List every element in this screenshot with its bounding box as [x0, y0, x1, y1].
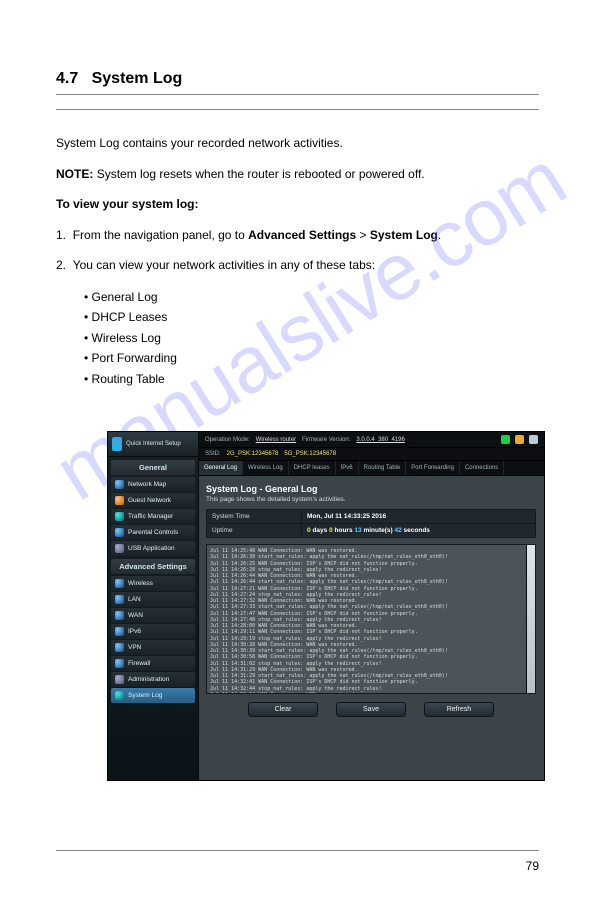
opmode-key: Operation Mode: — [205, 437, 250, 443]
sidebar-item-administration[interactable]: Administration — [111, 672, 195, 687]
sidebar-item-label: VPN — [128, 644, 141, 651]
sidebar: Quick Internet Setup General Network Map… — [108, 432, 199, 780]
sidebar-item-label: Parental Controls — [128, 529, 178, 536]
uptime-value: 0 days 0 hours 13 minute(s) 42 seconds — [302, 524, 535, 537]
bullet-list: • General Log• DHCP Leases• Wireless Log… — [56, 287, 516, 389]
step-2: 2. You can view your network activities … — [56, 256, 516, 275]
sidebar-item-system-log[interactable]: System Log — [111, 688, 195, 703]
note-text: System log resets when the router is reb… — [97, 167, 425, 181]
tab-bar: General LogWireless LogDHCP leasesIPv6Ro… — [199, 461, 544, 476]
sidebar-item-label: System Log — [128, 692, 162, 699]
tab-port-forwarding[interactable]: Port Forwarding — [406, 461, 460, 475]
refresh-button[interactable]: Refresh — [424, 702, 494, 717]
footer-divider — [56, 850, 539, 851]
sidebar-item-ipv6[interactable]: IPv6 — [111, 624, 195, 639]
fw-value[interactable]: 3.0.0.4_380_4196 — [356, 437, 404, 443]
log-line: Jul 11 14:32:54 WAN Connection: WAN was … — [210, 692, 525, 694]
qis-label: Quick Internet Setup — [126, 441, 181, 448]
ssid-bar: SSID: 2G_PSK:12345678 5G_PSK:12345678 — [199, 448, 544, 461]
tab-general-log[interactable]: General Log — [199, 461, 243, 475]
topbar: Operation Mode: Wireless router Firmware… — [199, 432, 544, 448]
sidebar-item-label: WAN — [128, 612, 143, 619]
quick-internet-setup[interactable]: Quick Internet Setup — [108, 432, 198, 457]
sidebar-item-label: Firewall — [128, 660, 150, 667]
panel-subtitle: This page shows the detailed system's ac… — [206, 496, 536, 503]
wireless-icon — [115, 579, 124, 588]
opmode-value[interactable]: Wireless router — [256, 437, 296, 443]
usb-application-icon — [115, 544, 124, 553]
page-number: 79 — [526, 859, 539, 873]
uptime-key: Uptime — [207, 524, 302, 537]
sidebar-item-vpn[interactable]: VPN — [111, 640, 195, 655]
sidebar-item-label: Wireless — [128, 580, 153, 587]
panel-title: System Log - General Log — [206, 484, 536, 494]
parental-controls-icon — [115, 528, 124, 537]
firewall-icon — [115, 659, 124, 668]
sidebar-item-parental-controls[interactable]: Parental Controls — [111, 525, 195, 540]
router-ui: Quick Internet Setup General Network Map… — [108, 432, 544, 780]
sidebar-item-firewall[interactable]: Firewall — [111, 656, 195, 671]
tab-routing-table[interactable]: Routing Table — [359, 461, 407, 475]
bullet-item: • Routing Table — [84, 369, 516, 389]
bullet-item: • Wireless Log — [84, 328, 516, 348]
guest-network-icon — [115, 496, 124, 505]
sidebar-group-advanced: Advanced Settings — [111, 559, 195, 574]
sidebar-item-traffic-manager[interactable]: Traffic Manager — [111, 509, 195, 524]
systime-key: System Time — [207, 510, 302, 523]
bullet-item: • Port Forwarding — [84, 348, 516, 368]
steps-title: To view your system log: — [56, 197, 198, 211]
traffic-manager-icon — [115, 512, 124, 521]
administration-icon — [115, 675, 124, 684]
sidebar-item-label: LAN — [128, 596, 141, 603]
sidebar-item-label: Administration — [128, 676, 169, 683]
section-description: System Log contains your recorded networ… — [56, 134, 516, 153]
ipv6-icon — [115, 627, 124, 636]
system-log-icon — [115, 691, 124, 700]
led-icon[interactable] — [501, 435, 510, 444]
sidebar-item-wireless[interactable]: Wireless — [111, 576, 195, 591]
fw-key: Firmware Version: — [302, 437, 350, 443]
clear-button[interactable]: Clear — [248, 702, 318, 717]
info-table: System Time Mon, Jul 11 14:33:25 2016 Up… — [206, 509, 536, 538]
note-label: NOTE: — [56, 167, 93, 181]
log-textarea[interactable]: Jul 11 14:25:48 WAN Connection: WAN was … — [206, 544, 536, 694]
usb-icon[interactable] — [529, 435, 538, 444]
sidebar-item-label: Traffic Manager — [128, 513, 173, 520]
sidebar-item-wan[interactable]: WAN — [111, 608, 195, 623]
sidebar-item-lan[interactable]: LAN — [111, 592, 195, 607]
sidebar-item-label: Guest Network — [128, 497, 171, 504]
lan-icon — [115, 595, 124, 604]
bullet-item: • General Log — [84, 287, 516, 307]
tab-ipv6[interactable]: IPv6 — [336, 461, 359, 475]
sidebar-item-network-map[interactable]: Network Map — [111, 477, 195, 492]
magic-wand-icon — [112, 437, 122, 451]
sidebar-item-label: IPv6 — [128, 628, 141, 635]
divider — [56, 94, 539, 95]
ssid-24: 2G_PSK:12345678 — [227, 451, 279, 457]
tab-dhcp-leases[interactable]: DHCP leases — [289, 461, 336, 475]
sidebar-item-guest-network[interactable]: Guest Network — [111, 493, 195, 508]
sidebar-item-label: Network Map — [128, 481, 166, 488]
tab-connections[interactable]: Connections — [460, 461, 504, 475]
note: NOTE: System log resets when the router … — [56, 165, 516, 184]
ssid-key: SSID: — [205, 451, 221, 457]
vpn-icon — [115, 643, 124, 652]
section-number: 4.7 — [56, 70, 78, 87]
step-1: 1. From the navigation panel, go to Adva… — [56, 226, 516, 245]
network-map-icon — [115, 480, 124, 489]
ssid-5: 5G_PSK:12345678 — [284, 451, 336, 457]
scrollbar[interactable] — [526, 545, 535, 693]
tab-wireless-log[interactable]: Wireless Log — [243, 461, 289, 475]
wan-icon — [115, 611, 124, 620]
section-title: System Log — [92, 70, 183, 87]
sidebar-group-general: General — [111, 460, 195, 475]
systime-value: Mon, Jul 11 14:33:25 2016 — [302, 510, 535, 523]
sidebar-item-label: USB Application — [128, 545, 175, 552]
sidebar-item-usb-application[interactable]: USB Application — [111, 541, 195, 556]
save-button[interactable]: Save — [336, 702, 406, 717]
bullet-item: • DHCP Leases — [84, 307, 516, 327]
section-heading: 4.7 System Log — [0, 0, 595, 94]
warning-icon[interactable] — [515, 435, 524, 444]
